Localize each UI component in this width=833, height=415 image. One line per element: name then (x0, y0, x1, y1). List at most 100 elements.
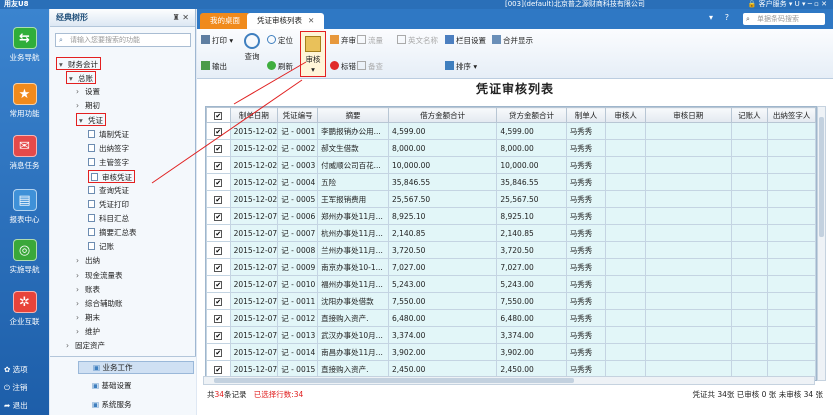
chevron-right-icon[interactable]: › (76, 269, 85, 282)
nav-connect[interactable]: ✲ 企业互联 (0, 291, 49, 327)
nav-star[interactable]: ★ 常用功能 (0, 83, 49, 119)
row-checkbox[interactable]: ✔ (214, 297, 223, 306)
table-row[interactable]: ✔ 2015-12-07 记 - 0015 直接购入资产. 2,450.00 2,450.… (206, 360, 816, 378)
window-controls[interactable]: 🔒 客户服务 ▾ U ▾ ─ ▫ ✕ (748, 0, 827, 9)
tree-node[interactable]: › 维护 (76, 325, 100, 338)
tree-node[interactable]: › 综合辅助账 (76, 297, 123, 310)
tree-node[interactable]: ▾ 凭证 (76, 113, 106, 127)
tree-node[interactable]: › 账表 (76, 283, 100, 296)
audit-button[interactable]: 审核 ▾ (300, 31, 326, 77)
column-header[interactable]: 审核人 (605, 107, 646, 123)
row-checkbox[interactable]: ✔ (214, 161, 223, 170)
row-checkbox[interactable]: ✔ (214, 212, 223, 221)
column-header[interactable]: 制单日期 (229, 107, 279, 123)
pin-close-icons[interactable]: ♜ ✕ (173, 9, 189, 27)
query-button[interactable]: 查询 (242, 33, 262, 62)
table-row[interactable]: ✔ 2015-12-02 记 - 0002 郝文生借款 8,000.00 8,000.00… (206, 139, 816, 157)
chevron-down-icon[interactable]: ▾ (59, 58, 68, 71)
unaudit-button[interactable]: 弃审 (330, 35, 356, 46)
row-checkbox[interactable]: ✔ (214, 314, 223, 323)
tree-node[interactable]: 摘要汇总表 (88, 226, 137, 239)
column-header[interactable]: 摘要 (317, 107, 389, 123)
sort-button[interactable]: 排序 ▾ (445, 61, 477, 72)
tree-node[interactable]: › 期末 (76, 311, 100, 324)
chevron-right-icon[interactable]: › (76, 85, 85, 98)
grid-horizontal-scrollbar[interactable] (203, 376, 815, 385)
tab-my-desktop[interactable]: 我的桌面 (200, 13, 250, 29)
row-checkbox[interactable]: ✔ (214, 144, 223, 153)
chevron-right-icon[interactable]: › (76, 254, 85, 267)
row-checkbox[interactable]: ✔ (214, 195, 223, 204)
chevron-right-icon[interactable]: › (76, 311, 85, 324)
barcode-search-input[interactable]: ⌕ 单据条码搜索 (743, 13, 825, 25)
column-header[interactable]: 制单人 (565, 107, 607, 123)
table-row[interactable]: ✔ 2015-12-07 记 - 0012 直接购入资产. 6,480.00 6,480.… (206, 309, 816, 327)
row-checkbox[interactable]: ✔ (214, 331, 223, 340)
tree-node[interactable]: 查询凭证 (88, 184, 129, 197)
chevron-right-icon[interactable]: › (76, 283, 85, 296)
tree-node[interactable]: 填制凭证 (88, 128, 129, 141)
row-checkbox[interactable]: ✔ (214, 280, 223, 289)
table-row[interactable]: ✔ 2015-12-02 记 - 0001 李鹏报销办公用... 4,599.00 4,5… (206, 122, 816, 140)
tree-node[interactable]: › 现金流量表 (76, 269, 123, 282)
refresh-button[interactable]: 刷新 (267, 61, 293, 72)
mark-error-button[interactable]: 标错 (330, 61, 356, 72)
table-row[interactable]: ✔ 2015-12-07 记 - 0011 沈阳办事处借款 7,550.00 7,550.… (206, 292, 816, 310)
tree-node[interactable]: › 期初 (76, 99, 100, 112)
row-checkbox[interactable]: ✔ (214, 246, 223, 255)
column-header[interactable]: 凭证编号 (277, 107, 319, 123)
tree-node[interactable]: 出纳签字 (88, 142, 129, 155)
column-header[interactable]: 审核日期 (644, 107, 732, 123)
row-checkbox[interactable]: ✔ (214, 365, 223, 374)
locate-button[interactable]: 定位 (267, 35, 293, 46)
table-row[interactable]: ✔ 2015-12-07 记 - 0006 郑州办事处11月... 8,925.10 8,… (206, 207, 816, 225)
row-checkbox[interactable]: ✔ (214, 229, 223, 238)
chevron-right-icon[interactable]: › (76, 297, 85, 310)
grid-vertical-scrollbar[interactable] (817, 106, 826, 381)
row-checkbox[interactable]: ✔ (214, 178, 223, 187)
column-header[interactable]: 借方金额合计 (387, 107, 498, 123)
nav-report[interactable]: ▤ 报表中心 (0, 189, 49, 225)
chevron-right-icon[interactable]: › (76, 99, 85, 112)
chevron-down-icon[interactable]: ▾ (69, 72, 78, 85)
nav-compass[interactable]: ◎ 实施导航 (0, 239, 49, 275)
column-settings-button[interactable]: 栏目设置 (445, 35, 486, 46)
chevron-right-icon[interactable]: › (66, 339, 75, 352)
audit-dropdown-icon[interactable]: ▾ (301, 65, 325, 74)
tree-node[interactable]: › 固定资产 (66, 339, 105, 352)
table-row[interactable]: ✔ 2015-12-07 记 - 0014 南昌办事处11月... 3,902.00 3,… (206, 343, 816, 361)
row-checkbox[interactable]: ✔ (214, 263, 223, 272)
table-row[interactable]: ✔ 2015-12-02 记 - 0005 王军报销费用 25,567.50 25,567… (206, 190, 816, 208)
merge-display-button[interactable]: 合并显示 (492, 35, 533, 46)
column-header[interactable]: 出纳签字人 (767, 107, 816, 123)
nav-message[interactable]: ✉ 消息任务 (0, 135, 49, 171)
chevron-down-icon[interactable]: ▾ (79, 114, 88, 127)
footer-service[interactable]: ▣ 系统服务 (92, 399, 131, 410)
column-header[interactable]: 记账人 (730, 107, 769, 123)
output-button[interactable]: 输出 (201, 61, 227, 72)
tab-voucher-audit-list[interactable]: 凭证审核列表 ✕ (247, 13, 325, 29)
tree-node[interactable]: › 出纳 (76, 254, 100, 267)
tree-node[interactable]: ▾ 总账 (66, 71, 96, 85)
tree-node[interactable]: › 设置 (76, 85, 100, 98)
table-row[interactable]: ✔ 2015-12-07 记 - 0009 南京办事处10-1... 7,027.00 7… (206, 258, 816, 276)
chevron-right-icon[interactable]: › (76, 325, 85, 338)
tree-node[interactable]: 记账 (88, 240, 114, 253)
tree-node[interactable]: 凭证打印 (88, 198, 129, 211)
row-checkbox[interactable]: ✔ (214, 127, 223, 136)
row-checkbox[interactable]: ✔ (214, 348, 223, 357)
nav-business-nav[interactable]: ⇆ 业务导航 (0, 27, 49, 63)
tree-node[interactable]: 主管签字 (88, 156, 129, 169)
table-row[interactable]: ✔ 2015-12-02 记 - 0004 五险 35,846.55 35,846.55 马… (206, 173, 816, 191)
column-header[interactable]: 贷方金额合计 (496, 107, 567, 123)
function-search-input[interactable]: ⌕ 请输入您要搜索的功能 (55, 33, 191, 47)
bottom-gear-button[interactable]: ✿ 选项 (4, 364, 28, 375)
table-row[interactable]: ✔ 2015-12-07 记 - 0013 武汉办事处10月... 3,374.00 3,… (206, 326, 816, 344)
bottom-logout-button[interactable]: ⏻ 注销 (4, 382, 27, 393)
tree-node[interactable]: 科目汇总 (88, 212, 129, 225)
table-row[interactable]: ✔ 2015-12-07 记 - 0008 兰州办事处11月... 3,720.50 3,… (206, 241, 816, 259)
footer-settings[interactable]: ▣ 基础设置 (92, 380, 131, 391)
table-row[interactable]: ✔ 2015-12-07 记 - 0007 杭州办事处11月... 2,140.85 2,… (206, 224, 816, 242)
help-icon[interactable]: ? (725, 13, 729, 22)
bottom-exit-button[interactable]: ➦ 退出 (4, 400, 28, 411)
